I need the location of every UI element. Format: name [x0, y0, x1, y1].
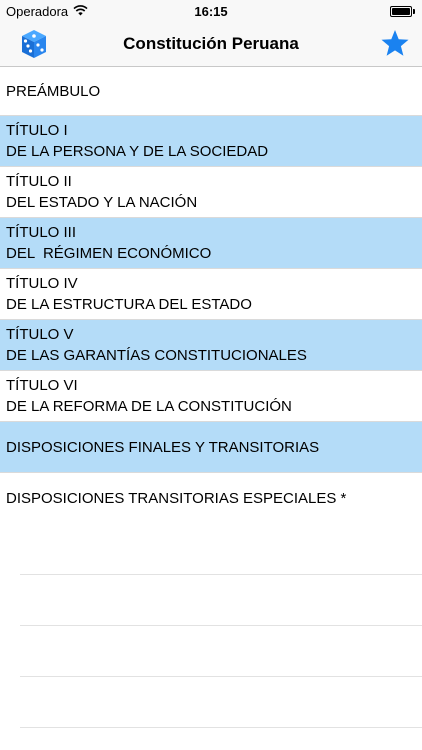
- list-item-subtitle: DE LA PERSONA Y DE LA SOCIEDAD: [6, 143, 269, 160]
- list-item-titulo-2[interactable]: TÍTULO II DEL ESTADO Y LA NACIÓN: [0, 167, 422, 218]
- empty-row: [20, 575, 422, 626]
- list-item-title: TÍTULO VI: [6, 377, 78, 394]
- status-bar: Operadora 16:15: [0, 0, 422, 22]
- star-icon[interactable]: [380, 28, 410, 58]
- list-item-titulo-5[interactable]: TÍTULO V DE LAS GARANTÍAS CONSTITUCIONAL…: [0, 320, 422, 371]
- list-item-title: TÍTULO IV: [6, 275, 78, 292]
- list-item-preambulo[interactable]: PREÁMBULO: [0, 67, 422, 116]
- empty-row: [20, 524, 422, 575]
- list-item-title: TÍTULO V: [6, 326, 74, 343]
- list-item-title: PREÁMBULO: [6, 82, 101, 100]
- list-item-subtitle: DEL ESTADO Y LA NACIÓN: [6, 194, 198, 211]
- list-item-title: TÍTULO III: [6, 224, 77, 241]
- list-item-title: DISPOSICIONES FINALES Y TRANSITORIAS: [6, 438, 320, 456]
- clock: 16:15: [194, 4, 228, 19]
- list-item-titulo-1[interactable]: TÍTULO I DE LA PERSONA Y DE LA SOCIEDAD: [0, 116, 422, 167]
- list-item-titulo-4[interactable]: TÍTULO IV DE LA ESTRUCTURA DEL ESTADO: [0, 269, 422, 320]
- list-item-titulo-3[interactable]: TÍTULO III DEL RÉGIMEN ECONÓMICO: [0, 218, 422, 269]
- list-item-titulo-6[interactable]: TÍTULO VI DE LA REFORMA DE LA CONSTITUCI…: [0, 371, 422, 422]
- battery-icon: [390, 6, 415, 17]
- list-item-title: TÍTULO II: [6, 173, 72, 190]
- page-title: Constitución Peruana: [123, 34, 299, 53]
- list-item-subtitle: DEL RÉGIMEN ECONÓMICO: [6, 245, 212, 262]
- empty-row: [20, 626, 422, 677]
- navigation-bar: Constitución Peruana: [0, 22, 422, 67]
- list-item-disposiciones-especiales[interactable]: DISPOSICIONES TRANSITORIAS ESPECIALES *: [0, 473, 422, 524]
- list-item-title: DISPOSICIONES TRANSITORIAS ESPECIALES *: [6, 489, 347, 507]
- empty-row: [20, 677, 422, 728]
- list-item-subtitle: DE LAS GARANTÍAS CONSTITUCIONALES: [6, 347, 307, 364]
- chapter-list: PREÁMBULO TÍTULO I DE LA PERSONA Y DE LA…: [0, 67, 422, 728]
- list-item-subtitle: DE LA REFORMA DE LA CONSTITUCIÓN: [6, 398, 292, 415]
- list-item-subtitle: DE LA ESTRUCTURA DEL ESTADO: [6, 296, 252, 313]
- list-item-title: TÍTULO I: [6, 122, 68, 139]
- list-item-disposiciones-finales[interactable]: DISPOSICIONES FINALES Y TRANSITORIAS: [0, 422, 422, 473]
